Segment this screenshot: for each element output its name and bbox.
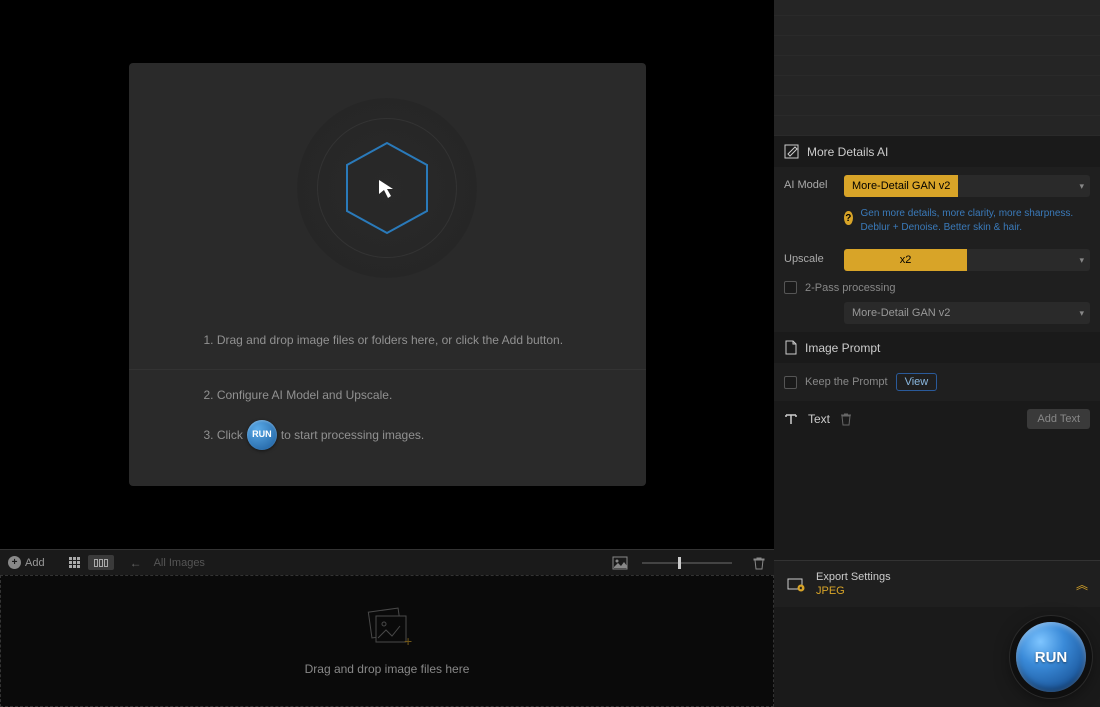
filmstrip-dropzone[interactable]: + Drag and drop image files here <box>0 575 774 707</box>
drop-panel[interactable]: 1. Drag and drop image files or folders … <box>129 63 646 486</box>
add-text-button[interactable]: Add Text <box>1027 409 1090 429</box>
details-title: More Details AI <box>807 145 888 159</box>
run-button[interactable]: RUN <box>1016 622 1086 692</box>
cursor-icon <box>375 176 399 200</box>
main-canvas: 1. Drag and drop image files or folders … <box>0 0 774 549</box>
all-images-label: All Images <box>154 557 205 569</box>
upscale-value: x2 <box>844 249 967 271</box>
prompt-title: Image Prompt <box>805 341 880 355</box>
filmstrip-icon <box>94 559 108 567</box>
text-section: Text Add Text <box>774 401 1100 437</box>
help-icon[interactable]: ? <box>844 211 853 225</box>
step-3: 3. Click RUN to start processing images. <box>204 420 571 450</box>
export-title: Export Settings <box>816 571 891 583</box>
upscale-dropdown[interactable]: x2 ▾ <box>844 249 1090 271</box>
sidebar: More Details AI AI Model More-Detail GAN… <box>774 0 1100 707</box>
ai-model-label: AI Model <box>784 175 834 191</box>
filmstrip-hint: Drag and drop image files here <box>305 662 470 676</box>
svg-text:+: + <box>404 633 412 648</box>
export-format: JPEG <box>816 585 891 597</box>
ai-model-dropdown[interactable]: More-Detail GAN v2 ▾ <box>844 175 1090 197</box>
chevron-down-icon: ▾ <box>1079 181 1084 192</box>
details-icon <box>784 144 799 159</box>
thumbnail-size-slider[interactable] <box>642 562 732 564</box>
ai-model-value: More-Detail GAN v2 <box>844 175 958 197</box>
drop-hero[interactable] <box>129 63 646 313</box>
upscale-label: Upscale <box>784 249 834 265</box>
bottom-toolbar: + Add ← All Images <box>0 549 774 575</box>
drop-instructions: 1. Drag and drop image files or folders … <box>129 313 646 486</box>
filmstrip-view-button[interactable] <box>88 555 114 570</box>
two-pass-label: 2-Pass processing <box>805 282 896 294</box>
run-area: RUN <box>774 607 1100 707</box>
add-label: Add <box>25 557 45 569</box>
image-icon <box>612 556 628 570</box>
text-label: Text <box>808 412 830 426</box>
run-inline-icon: RUN <box>247 420 277 450</box>
export-icon <box>786 576 806 592</box>
keep-prompt-label: Keep the Prompt <box>805 376 888 388</box>
slider-handle[interactable] <box>678 557 681 569</box>
trash-icon[interactable] <box>752 556 766 570</box>
more-details-header: More Details AI <box>774 136 1100 167</box>
delete-text-icon[interactable] <box>840 412 852 426</box>
model-description: Gen more details, more clarity, more sha… <box>861 207 1090 235</box>
keep-prompt-checkbox[interactable] <box>784 376 797 389</box>
step3-pre: 3. Click <box>204 426 243 444</box>
add-button[interactable]: + Add <box>8 556 45 569</box>
filmstrip-placeholder-icon: + <box>362 606 412 648</box>
back-arrow-icon[interactable]: ← <box>130 556 142 570</box>
two-pass-model-value: More-Detail GAN v2 <box>852 307 950 319</box>
plus-icon: + <box>8 556 21 569</box>
two-pass-model-dropdown[interactable]: More-Detail GAN v2 ▾ <box>844 302 1090 324</box>
two-pass-checkbox[interactable] <box>784 281 797 294</box>
expand-icon[interactable]: ︽ <box>1076 576 1088 593</box>
view-prompt-button[interactable]: View <box>896 373 938 391</box>
step-2: 2. Configure AI Model and Upscale. <box>204 386 571 404</box>
text-icon <box>784 412 798 426</box>
step-1: 1. Drag and drop image files or folders … <box>204 331 571 349</box>
chevron-down-icon: ▾ <box>1079 255 1084 266</box>
image-prompt-header: Image Prompt <box>774 332 1100 363</box>
grid-view-button[interactable] <box>63 555 86 570</box>
prompt-icon <box>784 340 797 355</box>
export-settings[interactable]: Export Settings JPEG ︽ <box>774 560 1100 607</box>
step3-post: to start processing images. <box>281 426 424 444</box>
chevron-down-icon: ▾ <box>1079 308 1084 319</box>
grid-icon <box>69 557 80 568</box>
preview-area <box>774 0 1100 136</box>
